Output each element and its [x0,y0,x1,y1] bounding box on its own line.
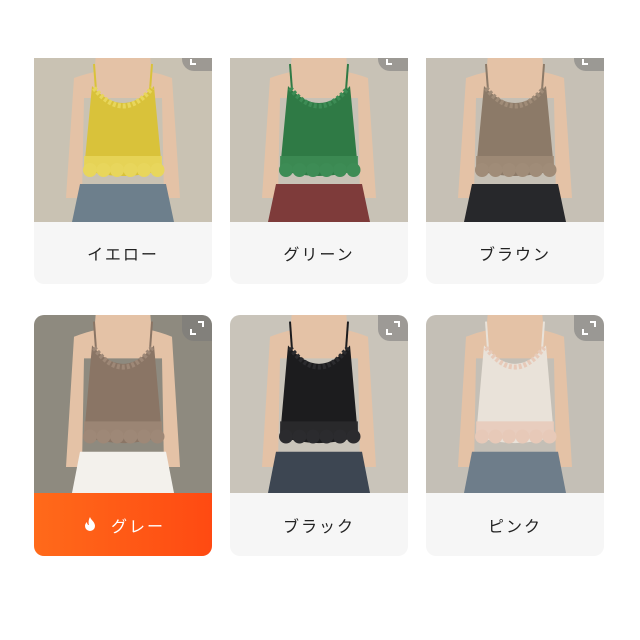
expand-icon[interactable] [182,58,212,71]
flame-icon [84,516,95,531]
variant-label: イエロー [87,245,159,264]
product-card-gray[interactable]: グレー [34,315,212,556]
variant-label-text: グレー [110,516,165,536]
expand-icon[interactable] [182,315,212,341]
product-card-pink[interactable]: ピンク [426,315,604,556]
variant-label: グリーン [283,245,355,264]
product-image [230,315,408,493]
product-card-black[interactable]: ブラック [230,315,408,556]
product-card-green[interactable]: グリーン [230,58,408,284]
product-image [426,315,604,493]
product-image [34,58,212,222]
product-image [426,58,604,222]
product-card-brown[interactable]: ブラウン [426,58,604,284]
variant-label: ピンク [487,516,542,536]
expand-icon[interactable] [574,315,604,341]
expand-icon[interactable] [378,58,408,71]
variant-label-selected: グレー [34,493,212,556]
product-card-yellow[interactable]: イエロー [34,58,212,284]
expand-icon[interactable] [378,315,408,341]
variant-label: ブラック [282,516,355,536]
product-image [230,58,408,222]
product-image [34,315,212,493]
variant-label: ブラウン [478,245,551,264]
expand-icon[interactable] [574,58,604,71]
